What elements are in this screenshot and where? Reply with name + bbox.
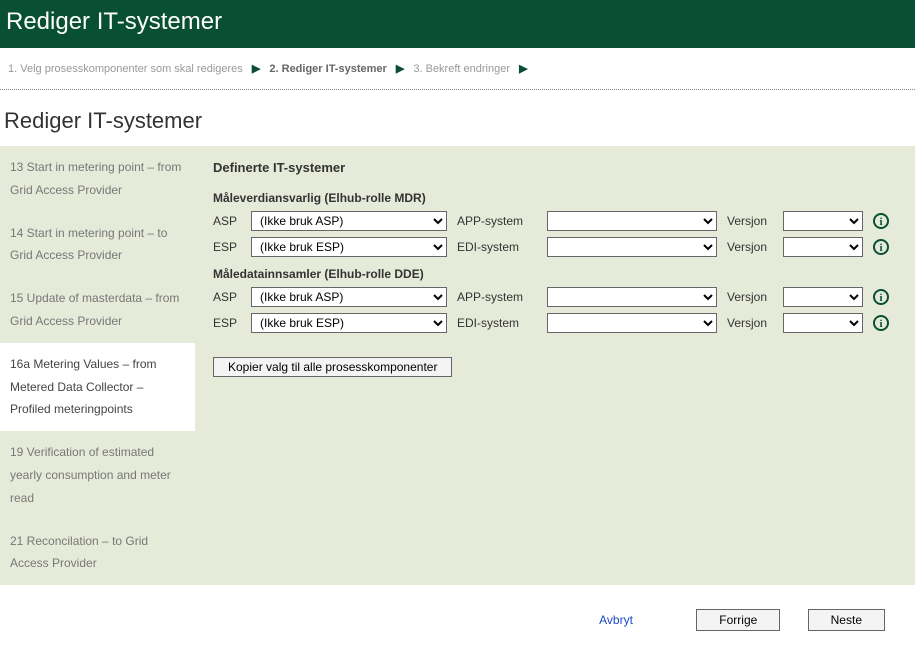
mdr-esp-select[interactable]: (Ikke bruk ESP) (251, 237, 447, 257)
info-icon[interactable]: i (873, 239, 889, 255)
sidebar-item-label: 13 Start in metering point – from Grid A… (10, 160, 181, 197)
svg-text:i: i (879, 216, 882, 228)
mdr-edi-system-select[interactable] (547, 237, 717, 257)
sidebar-item-15[interactable]: 15 Update of masterdata – from Grid Acce… (0, 277, 195, 343)
esp-label: ESP (213, 240, 241, 254)
version-label: Versjon (727, 316, 773, 330)
cancel-link[interactable]: Avbryt (599, 613, 633, 627)
info-icon[interactable]: i (873, 213, 889, 229)
section-title-mdr: Måleverdiansvarlig (Elhub-rolle MDR) (213, 191, 897, 205)
sidebar-item-label: 16a Metering Values – from Metered Data … (10, 357, 157, 417)
mdr-asp-select[interactable]: (Ikke bruk ASP) (251, 211, 447, 231)
sidebar-item-13[interactable]: 13 Start in metering point – from Grid A… (0, 146, 195, 212)
mdr-esp-row: ESP (Ikke bruk ESP) EDI-system Versjon i (213, 237, 897, 257)
previous-button[interactable]: Forrige (696, 609, 780, 631)
dde-esp-select[interactable]: (Ikke bruk ESP) (251, 313, 447, 333)
edi-system-label: EDI-system (457, 240, 537, 254)
chevron-right-icon: ▶ (252, 63, 260, 75)
svg-text:i: i (879, 292, 882, 304)
dde-app-version-select[interactable] (783, 287, 863, 307)
footer-actions: Avbryt Forrige Neste (0, 585, 915, 647)
mdr-asp-row: ASP (Ikke bruk ASP) APP-system Versjon i (213, 211, 897, 231)
dde-app-system-select[interactable] (547, 287, 717, 307)
page-header: Rediger IT-systemer (0, 0, 915, 48)
svg-text:i: i (879, 318, 882, 330)
next-button[interactable]: Neste (808, 609, 885, 631)
svg-text:i: i (879, 242, 882, 254)
sidebar-item-label: 19 Verification of estimated yearly cons… (10, 445, 171, 505)
info-icon[interactable]: i (873, 289, 889, 305)
sidebar-item-label: 14 Start in metering point – to Grid Acc… (10, 226, 167, 263)
copy-to-all-button[interactable]: Kopier valg til alle prosesskomponenter (213, 357, 452, 377)
sidebar-item-16a[interactable]: 16a Metering Values – from Metered Data … (0, 343, 195, 431)
dde-esp-row: ESP (Ikke bruk ESP) EDI-system Versjon i (213, 313, 897, 333)
dde-edi-system-select[interactable] (547, 313, 717, 333)
mdr-app-system-select[interactable] (547, 211, 717, 231)
app-system-label: APP-system (457, 290, 537, 304)
breadcrumb: 1. Velg prosesskomponenter som skal redi… (0, 48, 915, 90)
dde-edi-version-select[interactable] (783, 313, 863, 333)
version-label: Versjon (727, 290, 773, 304)
page-title-block: Rediger IT-systemer (0, 90, 915, 146)
breadcrumb-step-1[interactable]: 1. Velg prosesskomponenter som skal redi… (8, 63, 243, 75)
page-title: Rediger IT-systemer (4, 108, 909, 134)
mdr-edi-version-select[interactable] (783, 237, 863, 257)
chevron-right-icon: ▶ (396, 63, 404, 75)
version-label: Versjon (727, 214, 773, 228)
app-system-label: APP-system (457, 214, 537, 228)
info-icon[interactable]: i (873, 315, 889, 331)
asp-label: ASP (213, 290, 241, 304)
section-title-dde: Måledatainnsamler (Elhub-rolle DDE) (213, 267, 897, 281)
asp-label: ASP (213, 214, 241, 228)
esp-label: ESP (213, 316, 241, 330)
sidebar-item-19[interactable]: 19 Verification of estimated yearly cons… (0, 431, 195, 519)
mdr-app-version-select[interactable] (783, 211, 863, 231)
chevron-right-icon: ▶ (519, 63, 527, 75)
content-heading: Definerte IT-systemer (213, 160, 897, 175)
header-title: Rediger IT-systemer (6, 8, 909, 36)
sidebar-item-label: 21 Reconcilation – to Grid Access Provid… (10, 534, 148, 571)
breadcrumb-step-3[interactable]: 3. Bekreft endringer (413, 63, 510, 75)
content-panel: Definerte IT-systemer Måleverdiansvarlig… (195, 146, 915, 585)
edi-system-label: EDI-system (457, 316, 537, 330)
sidebar: 13 Start in metering point – from Grid A… (0, 146, 195, 585)
dde-asp-row: ASP (Ikke bruk ASP) APP-system Versjon i (213, 287, 897, 307)
dde-asp-select[interactable]: (Ikke bruk ASP) (251, 287, 447, 307)
version-label: Versjon (727, 240, 773, 254)
sidebar-item-21[interactable]: 21 Reconcilation – to Grid Access Provid… (0, 520, 195, 586)
main-layout: 13 Start in metering point – from Grid A… (0, 146, 915, 585)
breadcrumb-step-2[interactable]: 2. Rediger IT-systemer (269, 63, 386, 75)
sidebar-item-label: 15 Update of masterdata – from Grid Acce… (10, 291, 179, 328)
sidebar-item-14[interactable]: 14 Start in metering point – to Grid Acc… (0, 212, 195, 278)
